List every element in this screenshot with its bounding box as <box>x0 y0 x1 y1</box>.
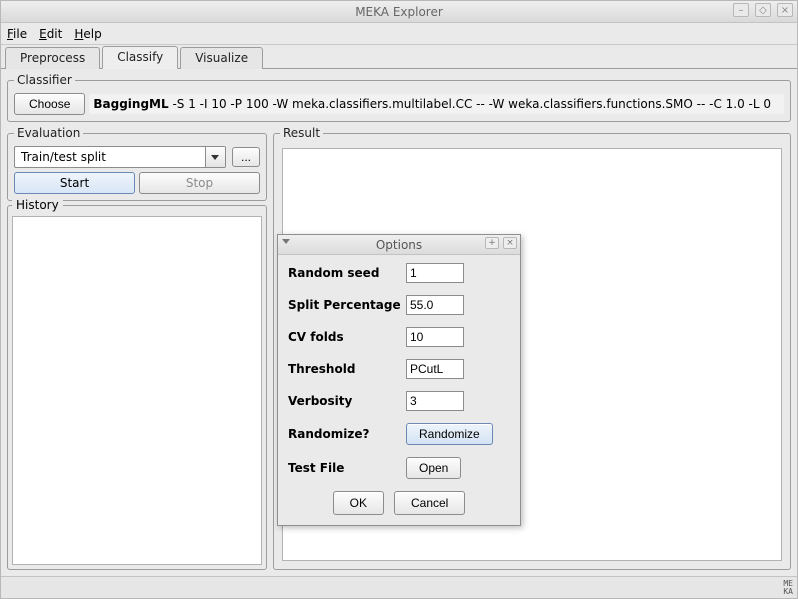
randomize-label: Randomize? <box>288 427 406 441</box>
chevron-down-icon <box>211 155 219 160</box>
stop-button[interactable]: Stop <box>139 172 260 194</box>
evaluation-mode-dropdown[interactable] <box>205 147 225 167</box>
meka-logo: ME KA <box>783 580 793 596</box>
dialog-body: Random seed Split Percentage CV folds Th… <box>278 255 520 525</box>
tab-classify[interactable]: Classify <box>102 46 178 69</box>
menu-help[interactable]: Help <box>74 27 101 41</box>
dialog-titlebar: Options + × <box>278 235 520 255</box>
history-legend: History <box>12 198 63 212</box>
left-column: Evaluation Train/test split ... Start St… <box>7 126 267 570</box>
tab-visualize[interactable]: Visualize <box>180 47 263 69</box>
cancel-button[interactable]: Cancel <box>394 491 465 515</box>
history-list[interactable] <box>12 216 262 565</box>
tab-preprocess[interactable]: Preprocess <box>5 47 100 69</box>
classifier-legend: Classifier <box>14 73 75 87</box>
threshold-input[interactable] <box>406 359 464 379</box>
randomize-button[interactable]: Randomize <box>406 423 493 445</box>
ok-button[interactable]: OK <box>333 491 384 515</box>
window-controls: – ◇ × <box>733 3 793 17</box>
options-dialog: Options + × Random seed Split Percentage… <box>277 234 521 526</box>
split-percentage-input[interactable] <box>406 295 464 315</box>
result-legend: Result <box>280 126 323 140</box>
tabstrip: Preprocess Classify Visualize <box>1 45 797 69</box>
classifier-args: -S 1 -I 10 -P 100 -W meka.classifiers.mu… <box>169 97 771 111</box>
menubar: File Edit Help <box>1 23 797 45</box>
classifier-name: BaggingML <box>93 97 168 111</box>
evaluation-mode-combo[interactable]: Train/test split <box>14 146 226 168</box>
evaluation-group: Evaluation Train/test split ... Start St… <box>7 126 267 201</box>
history-group: History <box>7 205 267 570</box>
cv-folds-label: CV folds <box>288 330 406 344</box>
dialog-title: Options <box>376 238 422 252</box>
evaluation-options-button[interactable]: ... <box>232 147 260 167</box>
classifier-string[interactable]: BaggingML -S 1 -I 10 -P 100 -W meka.clas… <box>89 94 784 114</box>
titlebar: MEKA Explorer – ◇ × <box>1 1 797 23</box>
choose-button[interactable]: Choose <box>14 93 85 115</box>
dialog-close-button[interactable]: × <box>503 237 517 249</box>
random-seed-input[interactable] <box>406 263 464 283</box>
menu-edit[interactable]: Edit <box>39 27 62 41</box>
split-percentage-label: Split Percentage <box>288 298 406 312</box>
threshold-label: Threshold <box>288 362 406 376</box>
evaluation-mode-text: Train/test split <box>15 147 205 167</box>
open-test-file-button[interactable]: Open <box>406 457 461 479</box>
verbosity-label: Verbosity <box>288 394 406 408</box>
statusbar: ME KA <box>1 576 797 598</box>
evaluation-legend: Evaluation <box>14 126 83 140</box>
start-button[interactable]: Start <box>14 172 135 194</box>
verbosity-input[interactable] <box>406 391 464 411</box>
close-button[interactable]: × <box>777 3 793 17</box>
dialog-menu-icon[interactable] <box>282 239 290 244</box>
classifier-group: Classifier Choose BaggingML -S 1 -I 10 -… <box>7 73 791 122</box>
content: Classifier Choose BaggingML -S 1 -I 10 -… <box>1 69 797 576</box>
maximize-button[interactable]: ◇ <box>755 3 771 17</box>
dialog-shade-button[interactable]: + <box>485 237 499 249</box>
menu-file[interactable]: File <box>7 27 27 41</box>
main-window: MEKA Explorer – ◇ × File Edit Help Prepr… <box>0 0 798 599</box>
cv-folds-input[interactable] <box>406 327 464 347</box>
random-seed-label: Random seed <box>288 266 406 280</box>
test-file-label: Test File <box>288 461 406 475</box>
window-title: MEKA Explorer <box>355 5 443 19</box>
minimize-button[interactable]: – <box>733 3 749 17</box>
